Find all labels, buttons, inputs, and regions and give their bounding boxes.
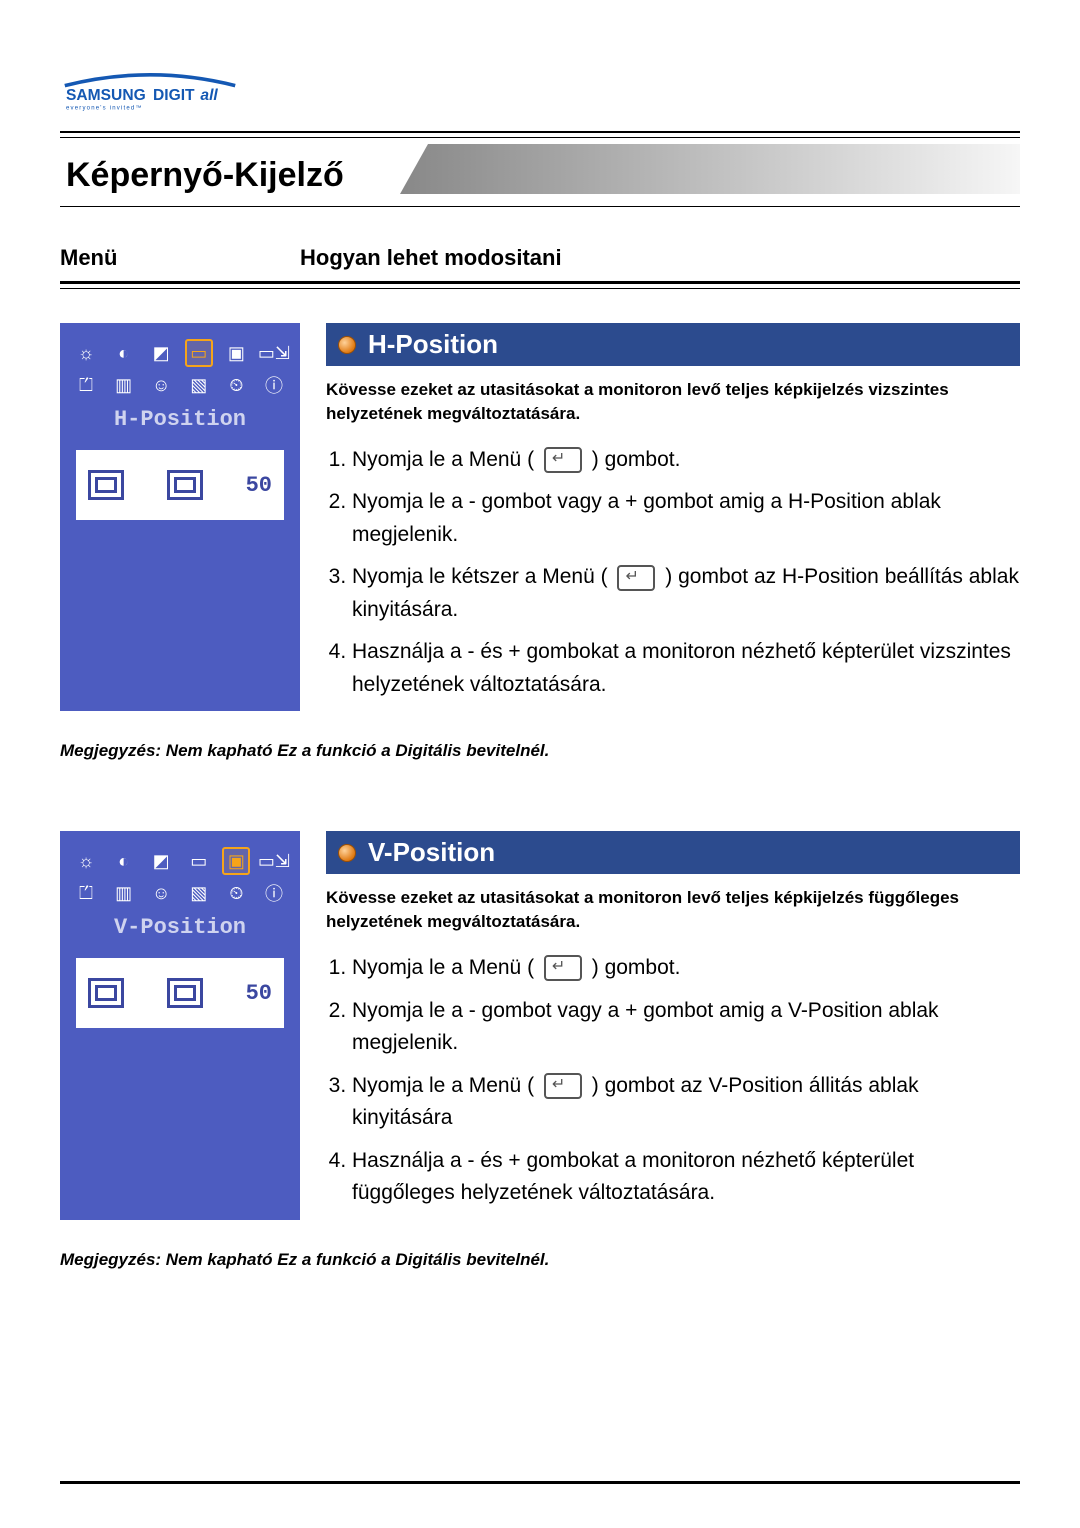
- columns-rule-thin: [60, 288, 1020, 289]
- top-rule-thick: [60, 131, 1020, 133]
- osd-value-row-v: 50: [76, 958, 284, 1028]
- osd-icon-selected: ▭: [185, 339, 213, 367]
- step-h-4: Használja a - és + gombokat a monitoron …: [352, 636, 1020, 701]
- note-h: Megjegyzés: Nem kapható Ez a funkció a D…: [60, 741, 1020, 761]
- osd-title-v: V-Position: [70, 915, 290, 940]
- bullet-icon: [338, 336, 356, 354]
- osd-icon-row1-h: ☼ ◐ ◩ ▭ ▣ ▭⇲: [72, 339, 288, 367]
- screen-left-icon: [88, 470, 124, 500]
- screen-right-icon: [167, 470, 203, 500]
- heading-v: V-Position: [368, 837, 495, 868]
- col-header-menu: Menü: [60, 245, 300, 271]
- osd-icon: ▭: [185, 847, 213, 875]
- screen-right-icon: [167, 978, 203, 1008]
- osd-icon: ▭⇲: [260, 847, 288, 875]
- samsung-digitall-logo: SAMSUNG DIGIT all everyone's invited™: [60, 70, 240, 112]
- osd-icon: ◩: [147, 847, 175, 875]
- osd-icon: ▥: [110, 371, 138, 399]
- steps-v: Nyomja le a Menü ( ) gombot. Nyomja le a…: [330, 952, 1020, 1210]
- tagline: everyone's invited™: [66, 105, 143, 112]
- osd-icon-selected: ▣: [222, 847, 250, 875]
- osd-icon: ☼: [72, 847, 100, 875]
- step-h-1: Nyomja le a Menü ( ) gombot.: [352, 444, 1020, 477]
- osd-icon-row2-h: ⏍ ▥ ☺ ▧ ⏲ ⓘ: [72, 371, 288, 399]
- osd-icon: ◐: [110, 847, 138, 875]
- osd-icon: ▭⇲: [260, 339, 288, 367]
- osd-panel-h: ☼ ◐ ◩ ▭ ▣ ▭⇲ ⏍ ▥ ☺ ▧ ⏲ ⓘ H-Position 50: [60, 323, 300, 711]
- osd-icon: ▧: [185, 879, 213, 907]
- top-rule-thin: [60, 137, 1020, 138]
- page-title-block: Képernyő-Kijelző: [60, 144, 1020, 204]
- osd-icon: ☺: [147, 371, 175, 399]
- step-v-3: Nyomja le a Menü ( ) gombot az V-Positio…: [352, 1070, 1020, 1135]
- osd-title-h: H-Position: [70, 407, 290, 432]
- menu-button-icon: [544, 955, 582, 981]
- steps-h: Nyomja le a Menü ( ) gombot. Nyomja le a…: [330, 444, 1020, 702]
- osd-icon-row1-v: ☼ ◐ ◩ ▭ ▣ ▭⇲: [72, 847, 288, 875]
- osd-value-v: 50: [246, 981, 272, 1006]
- osd-icon: ⓘ: [260, 879, 288, 907]
- menu-button-icon: [544, 1073, 582, 1099]
- step-h-2: Nyomja le a - gombot vagy a + gombot ami…: [352, 486, 1020, 551]
- osd-value-row-h: 50: [76, 450, 284, 520]
- section-v-position: ☼ ◐ ◩ ▭ ▣ ▭⇲ ⏍ ▥ ☺ ▧ ⏲ ⓘ V-Position 50: [60, 831, 1020, 1219]
- osd-icon: ⏍: [72, 371, 100, 399]
- osd-icon: ▧: [185, 371, 213, 399]
- step-v-1: Nyomja le a Menü ( ) gombot.: [352, 952, 1020, 985]
- step-v-2: Nyomja le a - gombot vagy a + gombot ami…: [352, 995, 1020, 1060]
- step-h-3: Nyomja le kétszer a Menü ( ) gombot az H…: [352, 561, 1020, 626]
- section-h-position: ☼ ◐ ◩ ▭ ▣ ▭⇲ ⏍ ▥ ☺ ▧ ⏲ ⓘ H-Position 50: [60, 323, 1020, 711]
- svg-text:SAMSUNG: SAMSUNG: [66, 87, 146, 104]
- osd-icon: ⓘ: [260, 371, 288, 399]
- columns-rule-thick: [60, 281, 1020, 284]
- osd-value-h: 50: [246, 473, 272, 498]
- page-title: Képernyő-Kijelző: [60, 144, 1020, 207]
- osd-icon: ⏲: [222, 879, 250, 907]
- osd-icon: ◩: [147, 339, 175, 367]
- osd-icon-row2-v: ⏍ ▥ ☺ ▧ ⏲ ⓘ: [72, 879, 288, 907]
- heading-bar-h: H-Position: [326, 323, 1020, 366]
- osd-icon: ▣: [222, 339, 250, 367]
- step-v-4: Használja a - és + gombokat a monitoron …: [352, 1145, 1020, 1210]
- osd-icon: ☼: [72, 339, 100, 367]
- bullet-icon: [338, 844, 356, 862]
- heading-h: H-Position: [368, 329, 498, 360]
- lead-text-h: Kövesse ezeket az utasitásokat a monitor…: [326, 378, 1020, 426]
- svg-text:all: all: [200, 87, 218, 104]
- lead-text-v: Kövesse ezeket az utasitásokat a monitor…: [326, 886, 1020, 934]
- osd-panel-v: ☼ ◐ ◩ ▭ ▣ ▭⇲ ⏍ ▥ ☺ ▧ ⏲ ⓘ V-Position 50: [60, 831, 300, 1219]
- screen-left-icon: [88, 978, 124, 1008]
- svg-text:DIGIT: DIGIT: [153, 87, 195, 104]
- column-headers: Menü Hogyan lehet modositani: [60, 245, 1020, 271]
- note-v: Megjegyzés: Nem kapható Ez a funkció a D…: [60, 1250, 1020, 1270]
- osd-icon: ⏲: [222, 371, 250, 399]
- menu-button-icon: [617, 565, 655, 591]
- osd-icon: ⏍: [72, 879, 100, 907]
- menu-button-icon: [544, 447, 582, 473]
- osd-icon: ▥: [110, 879, 138, 907]
- heading-bar-v: V-Position: [326, 831, 1020, 874]
- footer-rule: [60, 1481, 1020, 1484]
- col-header-howto: Hogyan lehet modositani: [300, 245, 1020, 271]
- osd-icon: ◐: [110, 339, 138, 367]
- osd-icon: ☺: [147, 879, 175, 907]
